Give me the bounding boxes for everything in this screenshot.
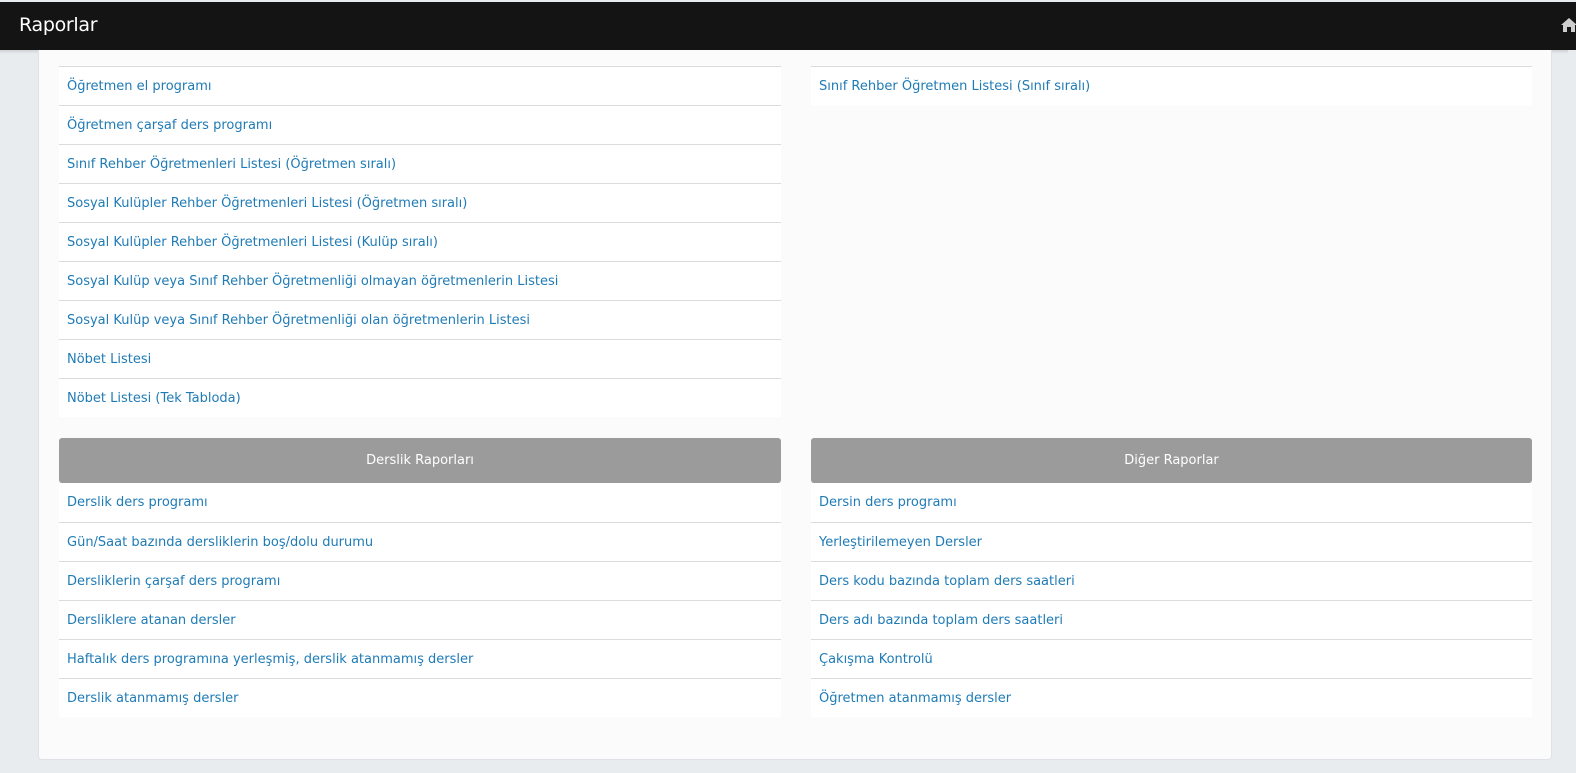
scrollbar[interactable] — [1568, 50, 1576, 773]
report-link[interactable]: Ders adı bazında toplam ders saatleri — [811, 600, 1532, 639]
report-link[interactable]: Haftalık ders programına yerleşmiş, ders… — [59, 639, 781, 678]
teacher-reports-left-list: Öğretmen el programı Öğretmen çarşaf ders… — [59, 66, 781, 417]
top-bar: Raporlar — [0, 2, 1576, 50]
home-icon[interactable] — [1560, 16, 1576, 34]
report-link[interactable]: Sosyal Kulüpler Rehber Öğretmenleri List… — [59, 183, 781, 222]
other-reports-list: Dersin ders programı Yerleştirilemeyen De… — [811, 483, 1532, 717]
report-link[interactable]: Gün/Saat bazında dersliklerin boş/dolu d… — [59, 522, 781, 561]
report-link[interactable]: Derslik atanmamış dersler — [59, 678, 781, 717]
report-link[interactable]: Nöbet Listesi (Tek Tabloda) — [59, 378, 781, 417]
report-link[interactable]: Sınıf Rehber Öğretmen Listesi (Sınıf sır… — [811, 66, 1532, 105]
report-link[interactable]: Dersin ders programı — [811, 483, 1532, 522]
report-link[interactable]: Öğretmen el programı — [59, 66, 781, 105]
report-link[interactable]: Sosyal Kulüpler Rehber Öğretmenleri List… — [59, 222, 781, 261]
report-link[interactable]: Nöbet Listesi — [59, 339, 781, 378]
classroom-reports-title: Derslik Raporları — [366, 453, 474, 468]
report-link[interactable]: Öğretmen atanmamış dersler — [811, 678, 1532, 717]
classroom-reports-list: Derslik ders programı Gün/Saat bazında de… — [59, 483, 781, 717]
report-link[interactable]: Sınıf Rehber Öğretmenleri Listesi (Öğret… — [59, 144, 781, 183]
report-link[interactable]: Yerleştirilemeyen Dersler — [811, 522, 1532, 561]
other-reports-title: Diğer Raporlar — [1124, 453, 1219, 468]
report-link[interactable]: Çakışma Kontrolü — [811, 639, 1532, 678]
report-link[interactable]: Dersliklerin çarşaf ders programı — [59, 561, 781, 600]
report-link[interactable]: Derslik ders programı — [59, 483, 781, 522]
report-link[interactable]: Ders kodu bazında toplam ders saatleri — [811, 561, 1532, 600]
report-link[interactable]: Dersliklere atanan dersler — [59, 600, 781, 639]
page-title: Raporlar — [19, 14, 98, 36]
report-link[interactable]: Sosyal Kulüp veya Sınıf Rehber Öğretmenl… — [59, 261, 781, 300]
classroom-reports-header: Derslik Raporları — [59, 438, 781, 483]
other-reports-header: Diğer Raporlar — [811, 438, 1532, 483]
teacher-reports-right-list: Sınıf Rehber Öğretmen Listesi (Sınıf sır… — [811, 66, 1532, 105]
report-link[interactable]: Öğretmen çarşaf ders programı — [59, 105, 781, 144]
report-link[interactable]: Sosyal Kulüp veya Sınıf Rehber Öğretmenl… — [59, 300, 781, 339]
